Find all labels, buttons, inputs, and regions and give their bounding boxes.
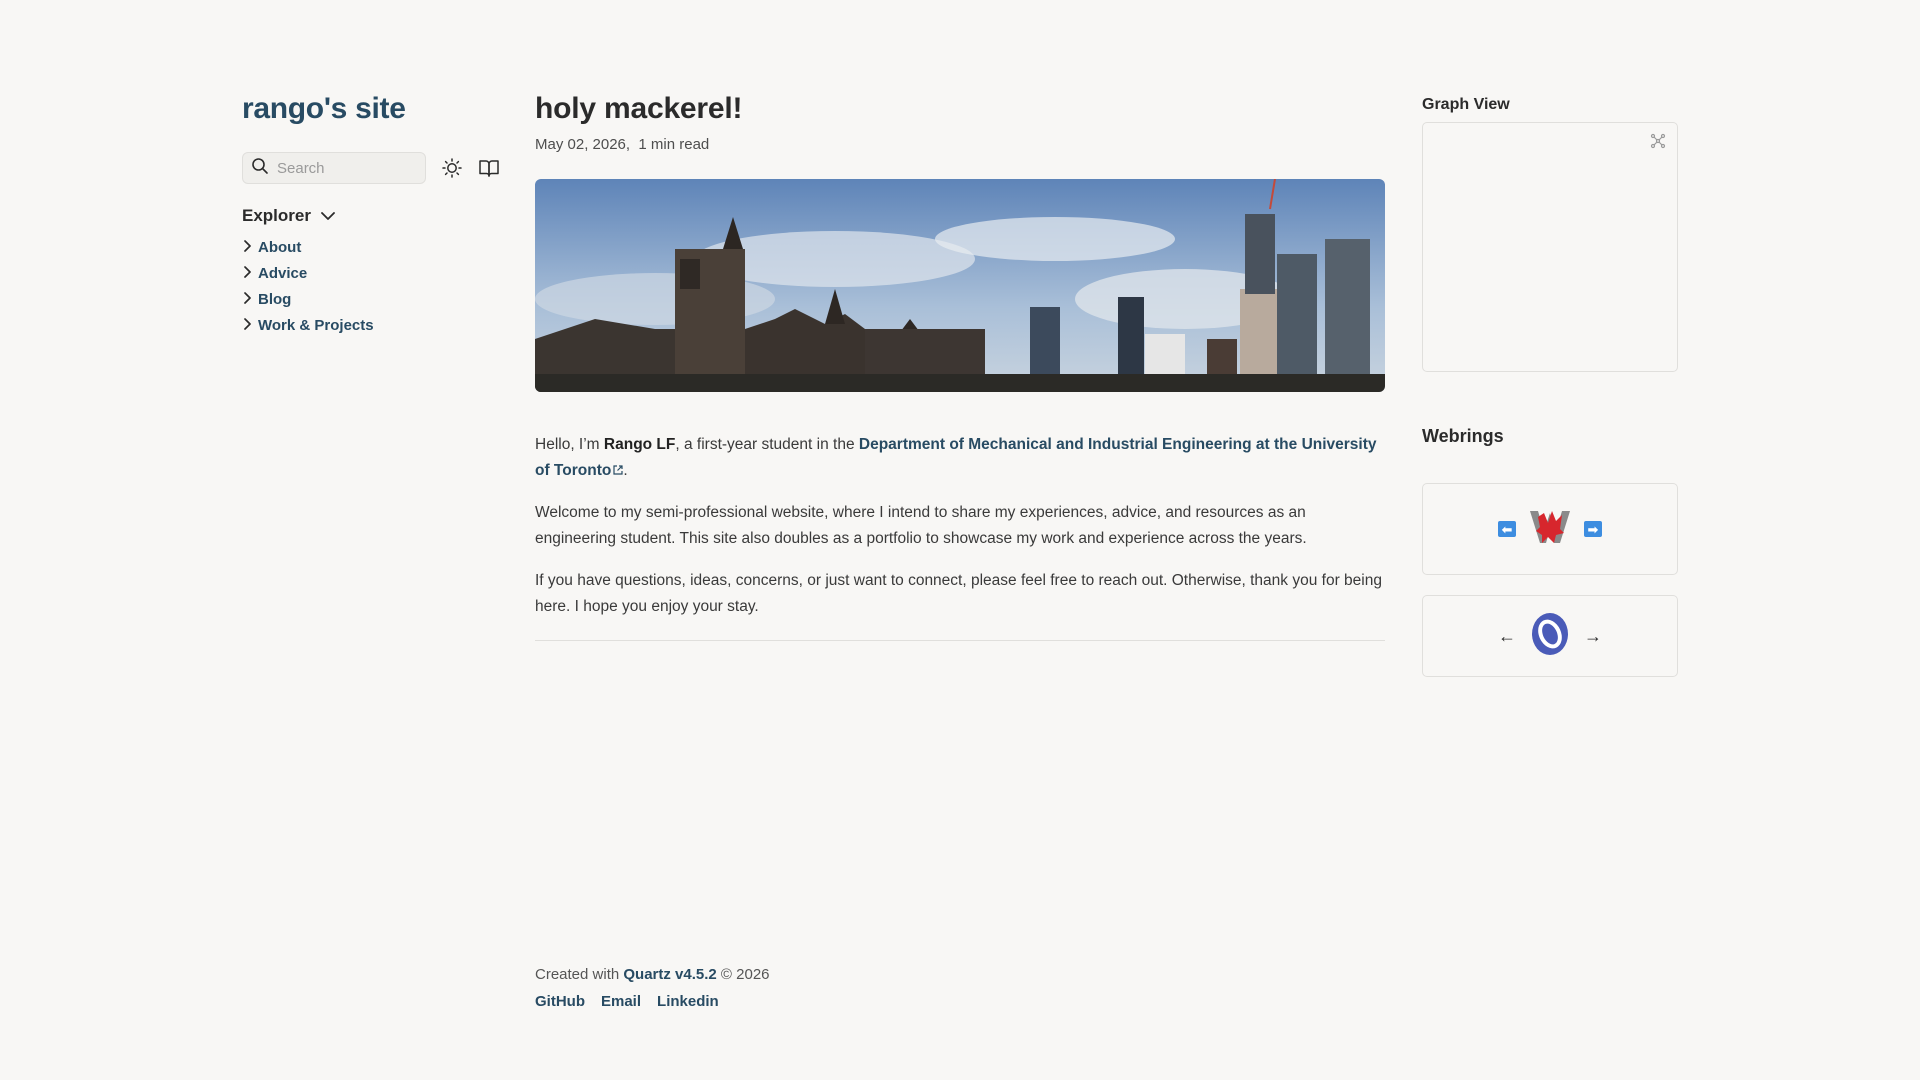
explorer-item-label: Advice	[258, 264, 308, 282]
chevron-right-icon	[242, 291, 252, 308]
paragraph-intro: Hello, I’m Rango LF, a first-year studen…	[535, 432, 1385, 484]
explorer-item-about[interactable]: About	[242, 234, 512, 260]
search-input[interactable]: Search	[242, 152, 426, 184]
paragraph-welcome: Welcome to my semi-professional website,…	[535, 504, 1307, 547]
left-sidebar: rango's site Search Explorer About Advic…	[242, 92, 512, 338]
text: , a first-year student in the	[675, 436, 859, 453]
site-title[interactable]: rango's site	[242, 92, 406, 125]
page-title: holy mackerel!	[535, 92, 743, 125]
explorer-item-work-projects[interactable]: Work & Projects	[242, 312, 512, 338]
post-date: May 02, 2026,	[535, 136, 631, 153]
webring-next-arrow-icon[interactable]: ➡	[1584, 521, 1602, 537]
chevron-right-icon	[242, 317, 252, 334]
webring-ring: ← →	[1422, 595, 1678, 677]
explorer-item-blog[interactable]: Blog	[242, 286, 512, 312]
webrings-title: Webrings	[1422, 426, 1504, 446]
expand-graph-icon[interactable]	[1649, 132, 1667, 155]
read-time: 1 min read	[638, 136, 710, 153]
footer-link-email[interactable]: Email	[601, 993, 641, 1010]
webring-prev-arrow-icon[interactable]: ⬅	[1498, 521, 1516, 537]
chevron-right-icon	[242, 265, 252, 282]
chevron-right-icon	[242, 239, 252, 256]
text: .	[623, 462, 628, 479]
reader-mode-book-icon[interactable]	[478, 158, 500, 178]
graph-view-title: Graph View	[1422, 96, 1510, 113]
webring2-next-arrow-icon[interactable]: →	[1584, 626, 1602, 647]
text: © 2026	[716, 966, 770, 983]
banner-image	[535, 179, 1385, 392]
sidebar-tools: Search	[242, 152, 512, 184]
webring2-prev-arrow-icon[interactable]: ←	[1498, 626, 1516, 647]
webring-uoft: ⬅ ➡	[1422, 483, 1678, 575]
post-meta: May 02, 2026, 1 min read	[535, 136, 1385, 153]
footer-link-linkedin[interactable]: Linkedin	[657, 993, 719, 1010]
right-sidebar: Graph View Webrings ⬅ ➡ ← →	[1422, 96, 1678, 677]
explorer-item-label: Work & Projects	[258, 316, 374, 334]
explorer-item-advice[interactable]: Advice	[242, 260, 512, 286]
explorer-item-label: About	[258, 238, 302, 256]
external-link-icon	[611, 462, 623, 479]
author-name: Rango LF	[603, 436, 676, 453]
explorer-list: About Advice Blog Work & Projects	[242, 234, 512, 338]
explorer-toggle[interactable]: Explorer	[242, 206, 512, 226]
webring-logo-icon[interactable]	[1528, 507, 1572, 552]
chevron-down-icon	[321, 206, 335, 226]
search-icon	[251, 157, 269, 179]
theme-toggle-sun-icon[interactable]	[442, 158, 462, 178]
divider	[535, 640, 1385, 641]
paragraph-contact: If you have questions, ideas, concerns, …	[535, 572, 1382, 615]
footer: Created with Quartz v4.5.2 © 2026 GitHub…	[535, 966, 770, 1010]
footer-link-github[interactable]: GitHub	[535, 993, 585, 1010]
main-content: holy mackerel! May 02, 2026, 1 min read	[535, 92, 1385, 641]
footer-credit: Created with Quartz v4.5.2 © 2026	[535, 966, 770, 983]
webring2-ring-logo-icon[interactable]	[1528, 611, 1572, 662]
footer-links: GitHub Email Linkedin	[535, 993, 770, 1010]
explorer-label: Explorer	[242, 206, 311, 225]
explorer-item-label: Blog	[258, 290, 292, 308]
text: Hello, I’m	[535, 436, 604, 453]
quartz-link[interactable]: Quartz v4.5.2	[623, 966, 716, 983]
article-body: Hello, I’m Rango LF, a first-year studen…	[535, 432, 1385, 620]
text: Created with	[535, 966, 624, 983]
graph-view[interactable]	[1422, 122, 1678, 372]
search-placeholder: Search	[277, 159, 325, 177]
